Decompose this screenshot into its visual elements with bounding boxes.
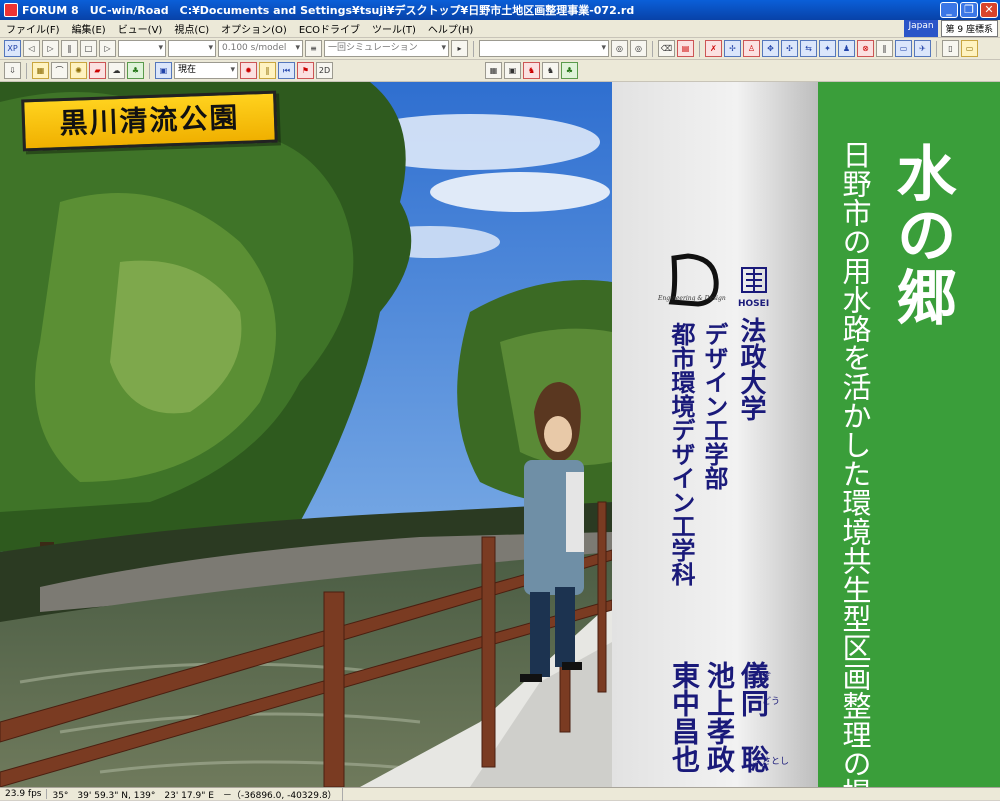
project-subtitle: 日野市の用水路を活かした環境共生型区画整理の提案 <box>838 140 872 787</box>
stop-sign-icon[interactable]: ⊗ <box>857 40 874 57</box>
statusbar: 23.9 fps 35° 39' 59.3" N, 139° 23' 17.9"… <box>0 787 1000 801</box>
walker-icon[interactable]: ♞ <box>523 62 540 79</box>
xp-button[interactable]: XP <box>4 40 21 57</box>
maximize-button[interactable]: ❐ <box>960 2 978 18</box>
new-file-icon[interactable]: ▯ <box>942 40 959 57</box>
book-icon[interactable]: ▤ <box>677 40 694 57</box>
coordinate-readout: 35° 39' 59.3" N, 139° 23' 17.9" E －（-368… <box>47 787 343 801</box>
author-1-ruby-dou: どう <box>762 697 781 707</box>
grid-icon[interactable]: ▦ <box>485 62 502 79</box>
record-icon[interactable]: ▷ <box>99 40 116 57</box>
menu-options[interactable]: オプション(O) <box>215 21 293 36</box>
car-model-icon[interactable]: ▰ <box>89 62 106 79</box>
coord-system-badge[interactable]: 第 9 座標系 <box>940 20 998 37</box>
menubar: ファイル(F) 編集(E) ビュー(V) 視点(C) オプション(O) ECOド… <box>0 20 1000 38</box>
project-title: 水の郷 <box>886 142 956 328</box>
department-name: 都市環境デザイン工学科 <box>667 322 696 586</box>
person-icon[interactable]: ♙ <box>743 40 760 57</box>
minimize-button[interactable]: _ <box>940 2 958 18</box>
menu-edit[interactable]: 編集(E) <box>66 21 112 36</box>
time-select[interactable]: 現在 <box>174 62 238 79</box>
forest-icon[interactable]: ♣ <box>561 62 578 79</box>
compass-icon[interactable]: ✦ <box>819 40 836 57</box>
menu-camera[interactable]: 視点(C) <box>168 21 215 36</box>
app-icon <box>4 3 18 17</box>
author-1-ruby-gi: ぎ <box>762 673 772 683</box>
toolbar-view: ⇩ ▦ ⌒ ✺ ▰ ☁ ♣ ▣ 現在 ✹ ‖ ⏮ ⚑ 2D ▦ ▣ ♞ ♞ ♣ <box>0 60 1000 82</box>
intersection-icon[interactable]: ✢ <box>724 40 741 57</box>
faculty-name: デザイン工学部 <box>700 322 729 490</box>
author-2-name: 池上孝政 <box>703 661 736 773</box>
stop-icon[interactable]: □ <box>80 40 97 57</box>
pedestrian-icon[interactable]: ♟ <box>838 40 855 57</box>
car-icon[interactable]: ▭ <box>895 40 912 57</box>
scenario-select[interactable] <box>479 40 609 57</box>
import-icon[interactable]: ⇩ <box>4 62 21 79</box>
rewind-icon[interactable]: ◁ <box>23 40 40 57</box>
speed-select[interactable] <box>118 40 166 57</box>
park-name-sign: 黒川清流公園 <box>21 90 278 152</box>
scene-icon[interactable]: ▣ <box>155 62 172 79</box>
plane-icon[interactable]: ✈ <box>914 40 931 57</box>
step-input[interactable]: 0.100 s/model <box>218 40 303 57</box>
menu-view[interactable]: ビュー(V) <box>112 21 169 36</box>
logo-hosei-label: HOSEI <box>738 299 770 309</box>
weather-icon[interactable]: ☁ <box>108 62 125 79</box>
layer-icon[interactable]: ▦ <box>32 62 49 79</box>
pause-icon[interactable]: ‖ <box>61 40 78 57</box>
target-icon[interactable]: ◎ <box>611 40 628 57</box>
menu-tools[interactable]: ツール(T) <box>366 21 422 36</box>
pause-view-icon[interactable]: ‖ <box>259 62 276 79</box>
light-icon[interactable]: ✺ <box>70 62 87 79</box>
engineering-design-logo-icon <box>668 253 719 307</box>
logo-ed-label: Engineering & Design <box>658 295 726 302</box>
fps-readout: 23.9 fps <box>0 789 48 799</box>
camera-icon[interactable]: ▣ <box>504 62 521 79</box>
sim-go-icon[interactable]: ▸ <box>451 40 468 57</box>
target2-icon[interactable]: ◎ <box>630 40 647 57</box>
junction-icon[interactable]: ✣ <box>781 40 798 57</box>
window-title: FORUM 8 UC-win/Road C:¥Documents and Set… <box>22 4 635 17</box>
pause2-icon[interactable]: ‖ <box>876 40 893 57</box>
sim-settings-icon[interactable]: ≡ <box>305 40 322 57</box>
signal-icon[interactable]: ✹ <box>240 62 257 79</box>
university-name: 法政大学 <box>736 317 766 421</box>
play-icon[interactable]: ▷ <box>42 40 59 57</box>
menu-file[interactable]: ファイル(F) <box>0 21 66 36</box>
mode-2d-button[interactable]: 2D <box>316 62 333 79</box>
menu-help[interactable]: ヘルプ(H) <box>422 21 479 36</box>
author-1-ruby-satoshi: さとし <box>762 757 790 767</box>
menu-eco-drive[interactable]: ECOドライブ <box>293 21 366 36</box>
close-button[interactable]: ✕ <box>980 2 998 18</box>
eraser-icon[interactable]: ⌫ <box>658 40 675 57</box>
3d-viewport[interactable]: 黒川清流公園 水の郷 日野市の用水路を活かした環境共生型区画整理の提案 Engi… <box>0 82 1000 787</box>
walker2-icon[interactable]: ♞ <box>542 62 559 79</box>
skip-back-icon[interactable]: ⏮ <box>278 62 295 79</box>
toolbar-simulation: XP ◁ ▷ ‖ □ ▷ 0.100 s/model ≡ 一回シミュレーション … <box>0 38 1000 60</box>
terrain-icon[interactable]: ⌒ <box>51 62 68 79</box>
open-folder-icon[interactable]: ▭ <box>961 40 978 57</box>
locale-badge[interactable]: Japan <box>904 20 938 37</box>
interval-select[interactable] <box>168 40 216 57</box>
tree-icon[interactable]: ♣ <box>127 62 144 79</box>
window-titlebar[interactable]: FORUM 8 UC-win/Road C:¥Documents and Set… <box>0 0 1000 20</box>
route-icon[interactable]: ✗ <box>705 40 722 57</box>
sim-mode-select[interactable]: 一回シミュレーション <box>324 40 449 57</box>
move-icon[interactable]: ✥ <box>762 40 779 57</box>
vehicle-icon[interactable]: ⇆ <box>800 40 817 57</box>
author-3-name: 東中昌也 <box>668 661 701 773</box>
flag-icon[interactable]: ⚑ <box>297 62 314 79</box>
